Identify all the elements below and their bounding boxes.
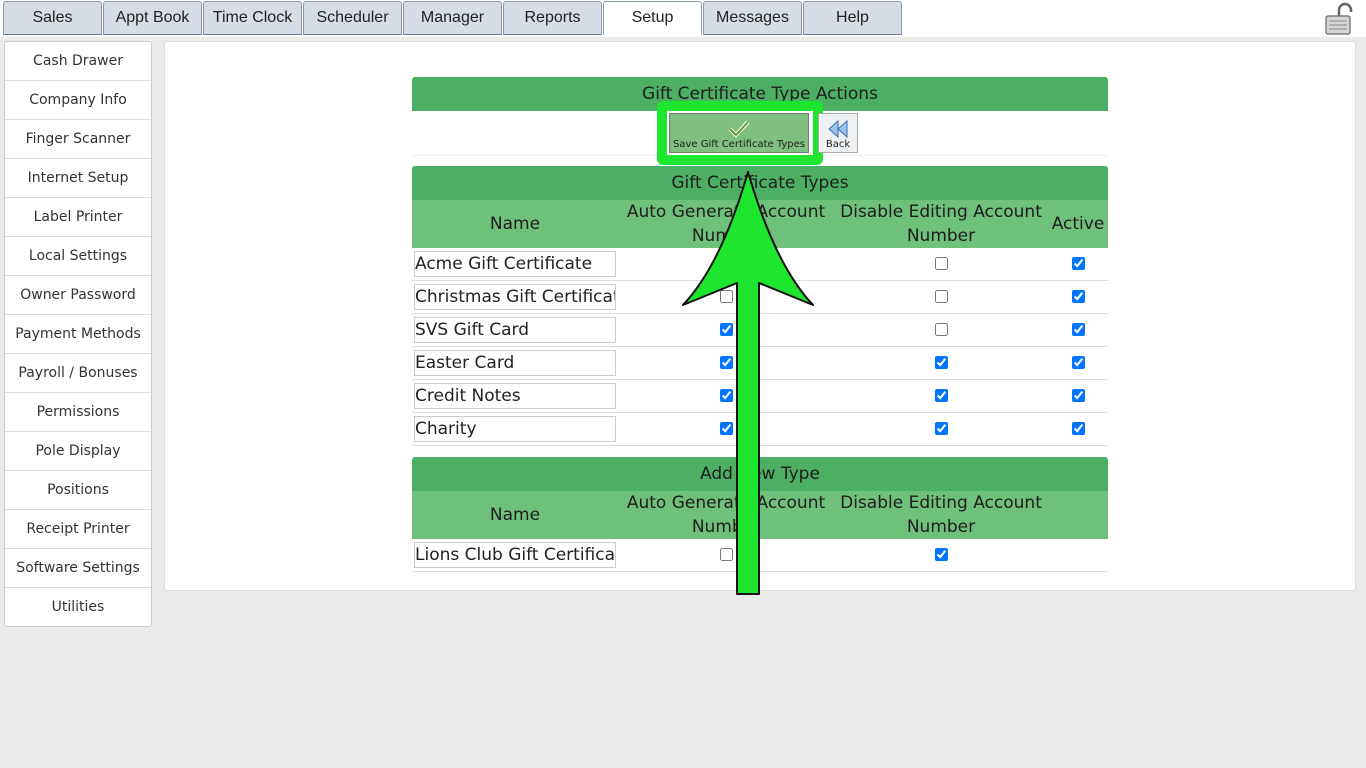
active-checkbox[interactable] xyxy=(1071,256,1085,270)
tab-time-clock[interactable]: Time Clock xyxy=(203,1,302,35)
save-gift-certificate-types-button[interactable]: Save Gift Certificate Types xyxy=(669,113,809,153)
auto-generate-checkbox[interactable] xyxy=(719,355,733,369)
auto-generate-checkbox[interactable] xyxy=(719,322,733,336)
tab-manager[interactable]: Manager xyxy=(403,1,502,35)
table-row xyxy=(412,539,1108,572)
sidebar-item-payment-methods[interactable]: Payment Methods xyxy=(5,315,151,354)
sidebar-item-receipt-printer[interactable]: Receipt Printer xyxy=(5,510,151,549)
type-name-input[interactable] xyxy=(414,317,616,343)
back-button-label: Back xyxy=(825,139,851,150)
type-name-input[interactable] xyxy=(414,284,616,310)
sidebar-item-owner-password[interactable]: Owner Password xyxy=(5,276,151,315)
tab-sales[interactable]: Sales xyxy=(3,1,102,35)
type-name-input[interactable] xyxy=(414,350,616,376)
add-new-section: Add New Type Name Auto Generate Account … xyxy=(412,457,1108,572)
table-row xyxy=(412,346,1108,380)
setup-sidebar: Cash Drawer Company Info Finger Scanner Int… xyxy=(4,41,152,627)
sidebar-item-permissions[interactable]: Permissions xyxy=(5,393,151,432)
sidebar-item-company-info[interactable]: Company Info xyxy=(5,81,151,120)
add-new-table: Name Auto Generate Account Number Disabl… xyxy=(412,491,1108,572)
types-section: Gift Certificate Types Name Auto Generat… xyxy=(412,166,1108,446)
col-name: Name xyxy=(412,491,618,539)
back-button[interactable]: Back xyxy=(818,113,858,153)
types-table: Name Auto Generate Account Number Disabl… xyxy=(412,200,1108,446)
disable-editing-checkbox[interactable] xyxy=(934,421,948,435)
tab-setup[interactable]: Setup xyxy=(603,1,702,35)
top-nav-bar: Sales Appt Book Time Clock Scheduler Manager… xyxy=(0,0,1366,37)
new-disable-editing-checkbox[interactable] xyxy=(934,547,948,561)
type-name-input[interactable] xyxy=(414,383,616,409)
table-row xyxy=(412,280,1108,314)
col-auto-generate: Auto Generate Account Number xyxy=(618,491,834,539)
auto-generate-checkbox[interactable] xyxy=(719,256,733,270)
sidebar-item-cash-drawer[interactable]: Cash Drawer xyxy=(5,42,151,81)
disable-editing-checkbox[interactable] xyxy=(934,289,948,303)
new-type-name-input[interactable] xyxy=(414,542,616,568)
sidebar-item-label-printer[interactable]: Label Printer xyxy=(5,198,151,237)
add-new-header: Add New Type xyxy=(412,457,1108,491)
sidebar-item-utilities[interactable]: Utilities xyxy=(5,588,151,626)
tab-messages[interactable]: Messages xyxy=(703,1,802,35)
sidebar-item-positions[interactable]: Positions xyxy=(5,471,151,510)
tab-appt-book[interactable]: Appt Book xyxy=(103,1,202,35)
new-auto-generate-checkbox[interactable] xyxy=(719,547,733,561)
type-name-input[interactable] xyxy=(414,416,616,442)
table-row xyxy=(412,313,1108,347)
save-button-label: Save Gift Certificate Types xyxy=(673,139,805,150)
disable-editing-checkbox[interactable] xyxy=(934,322,948,336)
types-header: Gift Certificate Types xyxy=(412,166,1108,200)
col-disable-editing: Disable Editing Account Number xyxy=(834,491,1048,539)
sidebar-item-payroll-bonuses[interactable]: Payroll / Bonuses xyxy=(5,354,151,393)
active-checkbox[interactable] xyxy=(1071,322,1085,336)
table-row xyxy=(412,248,1108,281)
active-checkbox[interactable] xyxy=(1071,289,1085,303)
disable-editing-checkbox[interactable] xyxy=(934,256,948,270)
sidebar-item-local-settings[interactable]: Local Settings xyxy=(5,237,151,276)
sidebar-item-pole-display[interactable]: Pole Display xyxy=(5,432,151,471)
active-checkbox[interactable] xyxy=(1071,421,1085,435)
col-name: Name xyxy=(412,200,618,248)
tab-reports[interactable]: Reports xyxy=(503,1,602,35)
actions-section: Gift Certificate Type Actions Save Gift … xyxy=(412,77,1108,165)
sidebar-item-internet-setup[interactable]: Internet Setup xyxy=(5,159,151,198)
active-checkbox[interactable] xyxy=(1071,388,1085,402)
col-auto-generate: Auto Generate Account Number xyxy=(618,200,834,248)
type-name-input[interactable] xyxy=(414,251,616,277)
sidebar-item-software-settings[interactable]: Software Settings xyxy=(5,549,151,588)
tab-scheduler[interactable]: Scheduler xyxy=(303,1,402,35)
unlock-icon[interactable] xyxy=(1322,2,1356,35)
table-row xyxy=(412,412,1108,446)
sidebar-item-finger-scanner[interactable]: Finger Scanner xyxy=(5,120,151,159)
col-disable-editing: Disable Editing Account Number xyxy=(834,200,1048,248)
disable-editing-checkbox[interactable] xyxy=(934,355,948,369)
actions-toolbar: Save Gift Certificate Types Back xyxy=(412,101,1108,165)
table-row xyxy=(412,379,1108,413)
col-active: Active xyxy=(1048,200,1108,248)
checkmark-icon xyxy=(728,120,750,138)
actions-header: Gift Certificate Type Actions xyxy=(412,77,1108,111)
main-tabs: Sales Appt Book Time Clock Scheduler Manager… xyxy=(3,1,903,35)
col-empty xyxy=(1048,491,1108,539)
auto-generate-checkbox[interactable] xyxy=(719,421,733,435)
tab-help[interactable]: Help xyxy=(803,1,902,35)
disable-editing-checkbox[interactable] xyxy=(934,388,948,402)
auto-generate-checkbox[interactable] xyxy=(719,388,733,402)
active-checkbox[interactable] xyxy=(1071,355,1085,369)
auto-generate-checkbox[interactable] xyxy=(719,289,733,303)
back-arrows-icon xyxy=(828,119,848,139)
